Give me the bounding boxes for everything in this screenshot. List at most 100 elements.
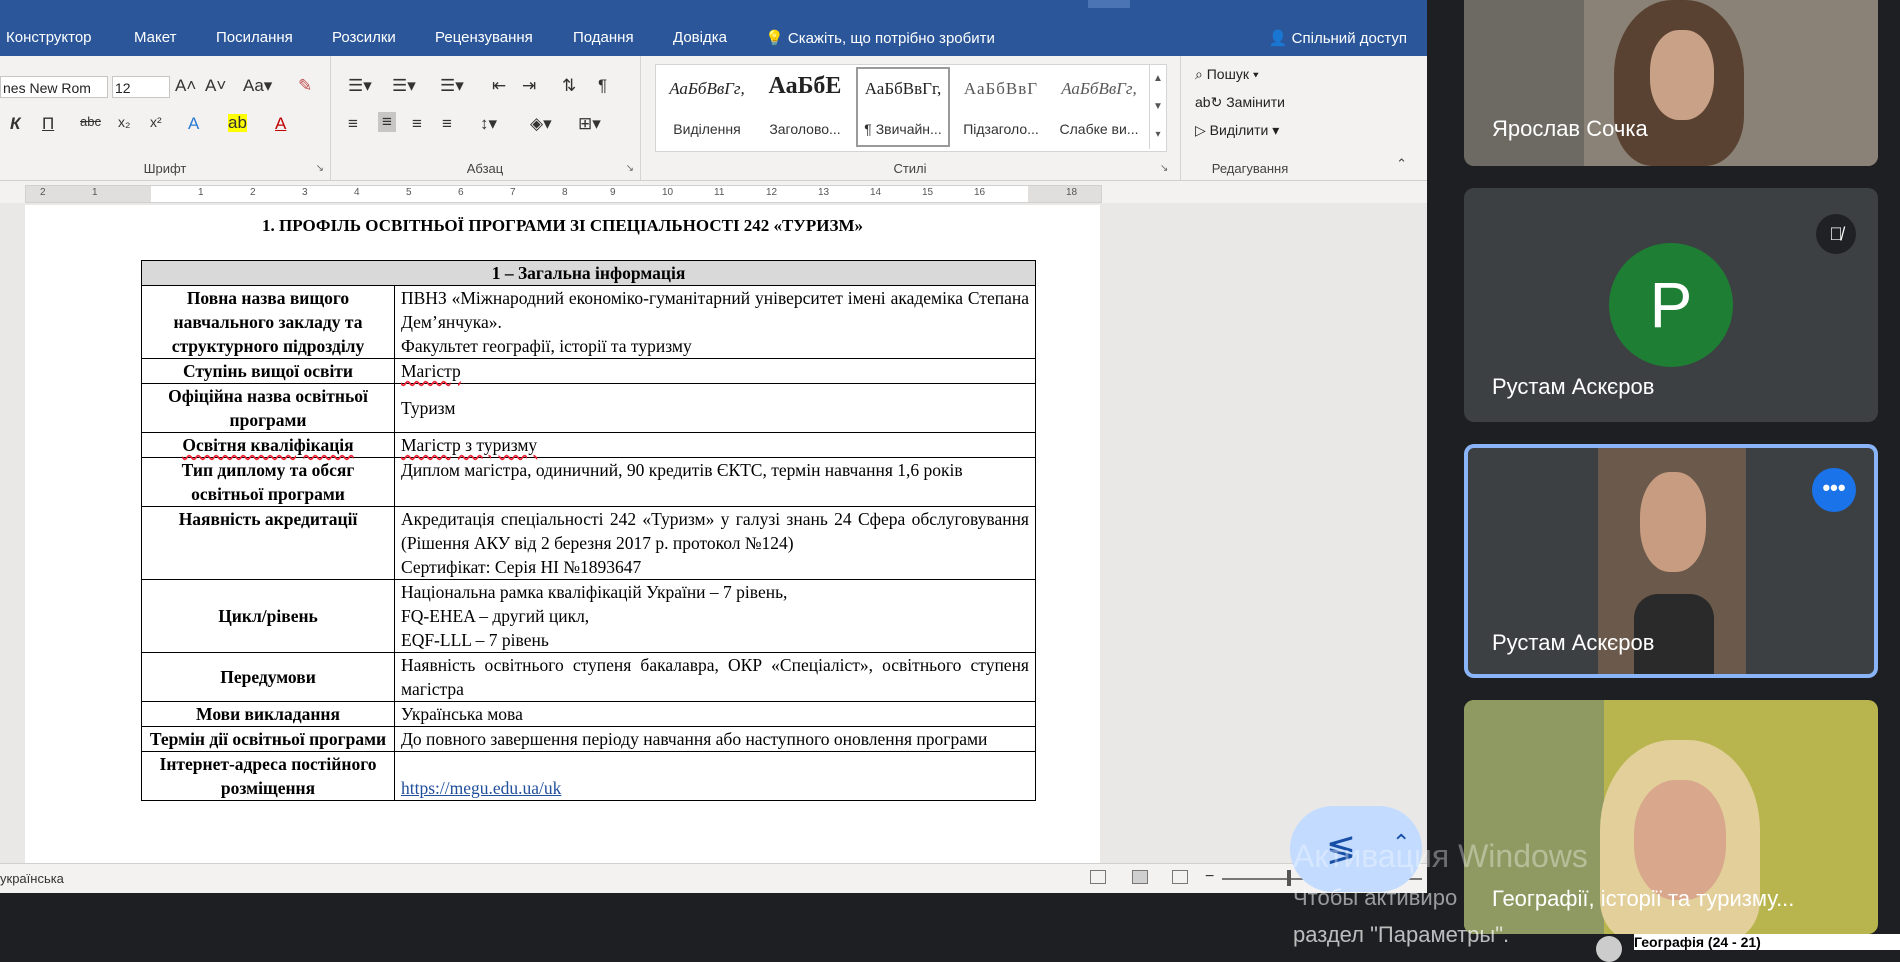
shrink-font-icon[interactable]: A˅ xyxy=(205,76,226,96)
styles-scroll[interactable]: ▲ ▼ ▾ xyxy=(1149,65,1166,149)
avatar: P xyxy=(1609,243,1733,367)
find-button[interactable]: ⌕ Пошук ▾ xyxy=(1195,66,1259,83)
style-normal[interactable]: АаБбВвГг, ¶ Звичайн... xyxy=(854,65,952,149)
select-button[interactable]: ▷ Виділити ▾ xyxy=(1195,122,1279,139)
table-row: Тип диплому та обсяг освітньої програми … xyxy=(141,457,1036,507)
strikethrough-icon[interactable]: abc xyxy=(80,114,101,129)
ruler-mark: 3 xyxy=(302,187,308,198)
table-row: Інтернет-адреса постійного розміщення ht… xyxy=(141,751,1036,801)
line-spacing-icon[interactable]: ↕▾ xyxy=(480,114,497,134)
align-left-icon[interactable]: ≡ xyxy=(348,114,358,134)
more-options-icon[interactable]: ••• xyxy=(1812,468,1856,512)
participant-name: Рустам Аскєров xyxy=(1492,630,1655,655)
program-url-link[interactable]: https://megu.edu.ua/uk xyxy=(401,778,561,798)
taskbar-preview[interactable]: Географія (24 - 21) xyxy=(1634,934,1900,950)
style-emphasis[interactable]: АаБбВвГг, Виділення xyxy=(658,65,756,149)
document-page[interactable]: 1. ПРОФІЛЬ ОСВІТНЬОЇ ПРОГРАМИ ЗІ СПЕЦІАЛ… xyxy=(25,205,1100,863)
style-subtitle[interactable]: АаБбВвГ Підзаголо... xyxy=(952,65,1050,149)
row-value: https://megu.edu.ua/uk xyxy=(394,751,1036,801)
table-row: Офіційна назва освітньої програми Туризм xyxy=(141,383,1036,433)
status-bar: українська − xyxy=(0,863,1427,893)
shading-icon[interactable]: ◈▾ xyxy=(530,114,552,134)
font-dialog-launcher-icon[interactable]: ↘ xyxy=(316,163,324,174)
styles-group-label: Стилі xyxy=(893,161,927,176)
bullets-icon[interactable]: ☰▾ xyxy=(348,76,372,96)
table-row: Ступінь вищої освіти Магістр xyxy=(141,358,1036,384)
web-layout-icon[interactable] xyxy=(1172,870,1188,884)
decrease-indent-icon[interactable]: ⇤ xyxy=(492,76,506,96)
table-header: 1 – Загальна інформація xyxy=(141,260,1036,286)
font-size-box[interactable]: 12 xyxy=(112,76,170,98)
language-indicator[interactable]: українська xyxy=(0,871,64,886)
font-color-icon[interactable]: A xyxy=(275,114,286,134)
align-right-icon[interactable]: ≡ xyxy=(412,114,422,134)
row-key: Передумови xyxy=(141,652,395,702)
share-button[interactable]: 👤 Спільний доступ xyxy=(1269,29,1407,47)
collapse-ribbon-icon[interactable]: ⌃ xyxy=(1396,156,1407,172)
title-bar-button[interactable] xyxy=(1088,0,1130,8)
tab-review[interactable]: Рецензування xyxy=(435,29,533,46)
tell-me-search[interactable]: 💡 Скажіть, що потрібно зробити xyxy=(765,29,995,47)
ruler-mark: 18 xyxy=(1066,187,1078,198)
participant-name: Географії, історії та туризму... xyxy=(1492,886,1795,911)
bold-icon[interactable]: К xyxy=(10,114,20,134)
print-layout-icon[interactable] xyxy=(1132,870,1148,884)
participant-name: Ярослав Сочка xyxy=(1492,116,1648,141)
grow-font-icon[interactable]: A˄ xyxy=(175,76,196,96)
increase-indent-icon[interactable]: ⇥ xyxy=(522,76,536,96)
ribbon-tabs: Конструктор Макет Посилання Розсилки Рец… xyxy=(0,20,1427,56)
pilcrow-icon[interactable]: ¶ xyxy=(598,76,607,96)
read-mode-icon[interactable] xyxy=(1090,870,1106,884)
tab-help[interactable]: Довідка xyxy=(673,29,727,46)
replace-button[interactable]: ab↻ Замінити xyxy=(1195,94,1285,111)
row-value: Акредитація спеціальності 242 «Туризм» у… xyxy=(394,506,1036,580)
participant-tile-active[interactable]: ••• Рустам Аскєров xyxy=(1464,444,1878,678)
ruler-mark: 8 xyxy=(562,187,568,198)
multilevel-list-icon[interactable]: ☰▾ xyxy=(440,76,464,96)
row-key: Мови викладання xyxy=(141,701,395,727)
participant-tile[interactable]: Ярослав Сочка xyxy=(1464,0,1878,166)
row-key: Повна назва вищого навчального закладу т… xyxy=(141,285,395,359)
tab-design[interactable]: Конструктор xyxy=(6,29,92,46)
clear-formatting-icon[interactable]: ✎ xyxy=(298,76,312,96)
sort-icon[interactable]: ⇅ xyxy=(562,76,576,96)
align-center-icon[interactable]: ≡ xyxy=(378,112,396,132)
borders-icon[interactable]: ⊞▾ xyxy=(578,114,601,134)
style-heading[interactable]: АаБбЕ Заголово... xyxy=(756,65,854,149)
text-effects-icon[interactable]: A xyxy=(188,114,199,134)
cursor-icon: ▷ xyxy=(1195,122,1206,138)
person-icon: 👤 xyxy=(1268,30,1288,47)
zoom-slider-thumb[interactable] xyxy=(1287,870,1291,886)
tab-view[interactable]: Подання xyxy=(573,29,634,46)
styles-dialog-launcher-icon[interactable]: ↘ xyxy=(1160,163,1168,174)
horizontal-ruler[interactable]: 2 1 1 2 3 4 5 6 7 8 9 10 11 12 13 14 15 … xyxy=(25,185,1102,203)
font-name-box[interactable]: nes New Rom xyxy=(0,76,108,98)
zoom-out-icon[interactable]: − xyxy=(1205,868,1214,886)
numbering-icon[interactable]: ☰▾ xyxy=(392,76,416,96)
subscript-icon[interactable]: x₂ xyxy=(118,114,130,130)
change-case-icon[interactable]: Aa▾ xyxy=(243,76,272,96)
ruler-margin-right xyxy=(1028,186,1101,202)
table-row: Цикл/рівень Національна рамка кваліфікац… xyxy=(141,579,1036,653)
superscript-icon[interactable]: x² xyxy=(150,114,162,130)
paragraph-dialog-launcher-icon[interactable]: ↘ xyxy=(626,163,634,174)
highlight-icon[interactable]: ab xyxy=(228,114,247,132)
tab-layout[interactable]: Макет xyxy=(134,29,176,46)
justify-icon[interactable]: ≡ xyxy=(442,114,452,134)
video-feed xyxy=(1650,30,1714,120)
document-heading: 1. ПРОФІЛЬ ОСВІТНЬОЇ ПРОГРАМИ ЗІ СПЕЦІАЛ… xyxy=(261,216,864,235)
ruler-mark: 2 xyxy=(40,187,46,198)
paragraph-group-label: Абзац xyxy=(466,161,504,176)
row-value: Національна рамка кваліфікацій України –… xyxy=(394,579,1036,653)
participant-tile[interactable]: Географії, історії та туризму... xyxy=(1464,700,1878,934)
ruler-mark: 10 xyxy=(662,187,674,198)
ruler-mark: 2 xyxy=(250,187,256,198)
windows-activation-text: раздел "Параметры". xyxy=(1293,922,1510,947)
taskbar-app-icon[interactable] xyxy=(1596,936,1622,962)
style-subtle-emphasis[interactable]: АаБбВвГг, Слабке ви... xyxy=(1050,65,1148,149)
ruler-mark: 7 xyxy=(510,187,516,198)
tab-mailings[interactable]: Розсилки xyxy=(332,29,396,46)
underline-icon[interactable]: П xyxy=(42,114,54,134)
tab-references[interactable]: Посилання xyxy=(216,29,293,46)
participant-tile[interactable]: P 🎙̸ Рустам Аскєров xyxy=(1464,188,1878,422)
